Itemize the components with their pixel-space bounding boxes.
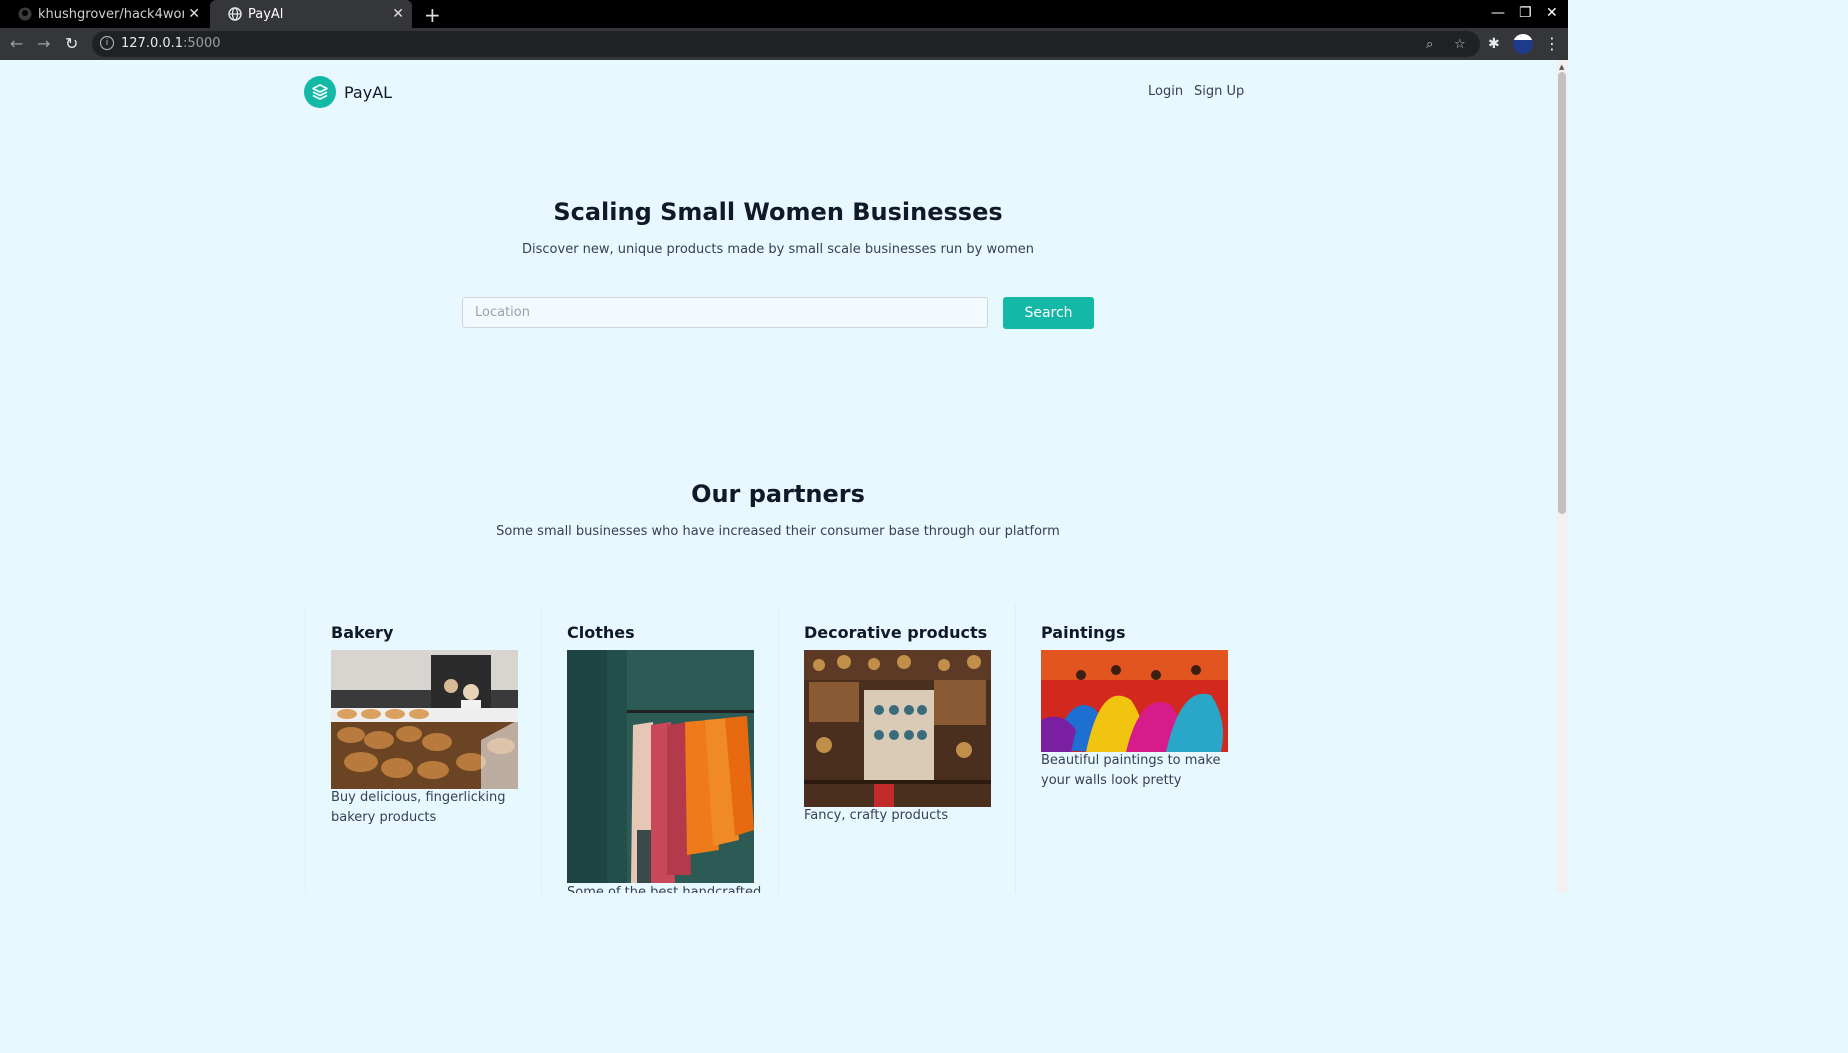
page-scrollbar[interactable]: ▲	[1556, 60, 1568, 893]
restore-icon[interactable]: ❐	[1519, 5, 1532, 21]
close-tab-icon[interactable]: ✕	[392, 6, 404, 22]
card-title: Paintings	[1041, 623, 1126, 642]
paintings-image	[1041, 650, 1228, 752]
bookmark-star-icon[interactable]: ☆	[1454, 37, 1466, 52]
browser-toolbar: ← → ↻ i 127.0.0.1:5000 ⌕ ☆	[0, 28, 1568, 60]
extensions-icon[interactable]: ✱	[1488, 36, 1500, 52]
login-link[interactable]: Login	[1148, 84, 1183, 99]
hero-subtitle: Discover new, unique products made by sm…	[522, 242, 1034, 257]
globe-icon	[228, 7, 242, 21]
url-port: :5000	[183, 36, 221, 51]
browser-tab-bar: khushgrover/hack4wome ✕ PayAl ✕ + — ❐ ✕	[0, 0, 1568, 28]
layers-logo-icon	[304, 76, 336, 108]
close-tab-icon[interactable]: ✕	[188, 6, 200, 22]
close-window-icon[interactable]: ✕	[1546, 5, 1558, 21]
card-description: Buy delicious, fingerlicking bakery prod…	[331, 790, 506, 825]
site-info-icon[interactable]: i	[100, 36, 114, 50]
github-icon	[18, 7, 32, 21]
clothes-image	[567, 650, 754, 883]
card-description: Some of the best handcrafted	[567, 885, 762, 893]
reload-icon[interactable]: ↻	[65, 34, 78, 53]
browser-menu-icon[interactable]: ⋮	[1544, 34, 1560, 53]
location-input[interactable]	[462, 297, 988, 328]
partner-card-clothes[interactable]: Clothes Some of the best handcrafted	[541, 605, 778, 893]
card-title: Decorative products	[804, 623, 988, 642]
browser-tab-github[interactable]: khushgrover/hack4wome ✕	[0, 0, 208, 28]
card-title: Clothes	[567, 623, 635, 642]
card-description: Fancy, crafty products	[804, 808, 949, 823]
back-icon[interactable]: ←	[10, 34, 23, 53]
decorative-products-image	[804, 650, 991, 807]
partners-title: Our partners	[691, 480, 865, 508]
scrollbar-thumb[interactable]	[1558, 72, 1566, 514]
url-host: 127.0.0.1	[121, 36, 184, 51]
url-text: 127.0.0.1:5000	[121, 36, 221, 51]
forward-icon[interactable]: →	[37, 34, 50, 53]
hero-title: Scaling Small Women Businesses	[553, 198, 1003, 226]
brand[interactable]: PayAL	[304, 76, 392, 108]
tab-title: PayAl	[248, 6, 284, 22]
card-title: Bakery	[331, 623, 394, 642]
bakery-image	[331, 650, 518, 789]
zoom-icon[interactable]: ⌕	[1426, 37, 1433, 52]
address-bar[interactable]: i 127.0.0.1:5000 ⌕ ☆	[92, 31, 1480, 57]
partner-card-decorative[interactable]: Decorative products Fancy, crafty produc…	[778, 605, 1015, 893]
partner-card-paintings[interactable]: Paintings Beautiful paintings to make yo…	[1015, 605, 1252, 893]
card-description: Beautiful paintings to make your walls l…	[1041, 753, 1221, 788]
partner-card-bakery[interactable]: Bakery Buy delicious, fingerlicking bake…	[305, 605, 542, 893]
profile-avatar[interactable]	[1513, 34, 1533, 54]
page-viewport: PayAL Login Sign Up Scaling Small Women …	[0, 60, 1556, 893]
browser-tab-payal[interactable]: PayAl ✕	[210, 0, 412, 28]
brand-name: PayAL	[344, 82, 393, 102]
tab-title: khushgrover/hack4wome	[38, 6, 184, 22]
minimize-icon[interactable]: —	[1491, 5, 1505, 21]
partners-subtitle: Some small businesses who have increased…	[496, 524, 1060, 539]
signup-link[interactable]: Sign Up	[1194, 84, 1244, 99]
search-button[interactable]: Search	[1003, 297, 1094, 329]
new-tab-icon[interactable]: +	[424, 3, 441, 27]
scroll-up-arrow-icon[interactable]: ▲	[1559, 63, 1564, 71]
